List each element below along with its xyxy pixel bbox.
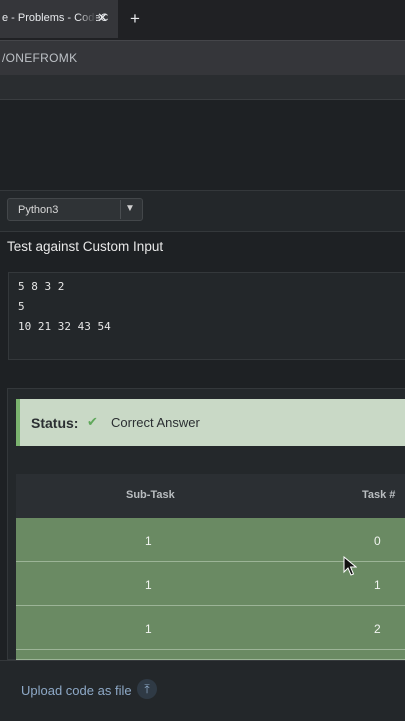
status-value: Correct Answer (111, 415, 200, 430)
custom-input-label[interactable]: Test against Custom Input (7, 239, 163, 254)
status-label: Status: (31, 415, 79, 431)
table-cell-task: 0 (374, 534, 381, 548)
site-header (0, 75, 405, 100)
language-select-divider (120, 200, 121, 219)
close-icon[interactable]: ✕ (97, 10, 108, 26)
table-row (16, 606, 405, 650)
table-row (16, 650, 405, 660)
table-cell-task: 2 (374, 622, 381, 636)
custom-input-line: 5 8 3 2 (18, 280, 65, 293)
column-header-task: Task # (362, 489, 396, 501)
table-cell-subtask: 1 (145, 622, 152, 636)
custom-input-line: 10 21 32 43 54 (18, 320, 111, 333)
table-cell-subtask: 1 (145, 534, 152, 548)
code-editor[interactable] (0, 100, 405, 190)
custom-input-textarea[interactable] (8, 272, 405, 360)
language-select-value[interactable]: Python3 (18, 204, 58, 216)
custom-input-line: 5 (18, 300, 25, 313)
address-bar-url[interactable]: /ONEFROMK (2, 51, 77, 65)
upload-arrow-icon[interactable]: ⤒ (137, 679, 157, 699)
tab-title-fade (78, 4, 96, 34)
chevron-down-icon[interactable]: ▼ (125, 203, 135, 214)
table-cell-task: 1 (374, 578, 381, 592)
results-table-header (16, 474, 405, 518)
upload-code-link[interactable]: Upload code as file (21, 683, 132, 698)
table-cell-subtask: 1 (145, 578, 152, 592)
mouse-cursor-icon (343, 556, 357, 576)
check-icon: ✔ (87, 414, 98, 429)
column-header-subtask: Sub-Task (126, 489, 175, 501)
new-tab-button[interactable]: + (130, 9, 140, 29)
